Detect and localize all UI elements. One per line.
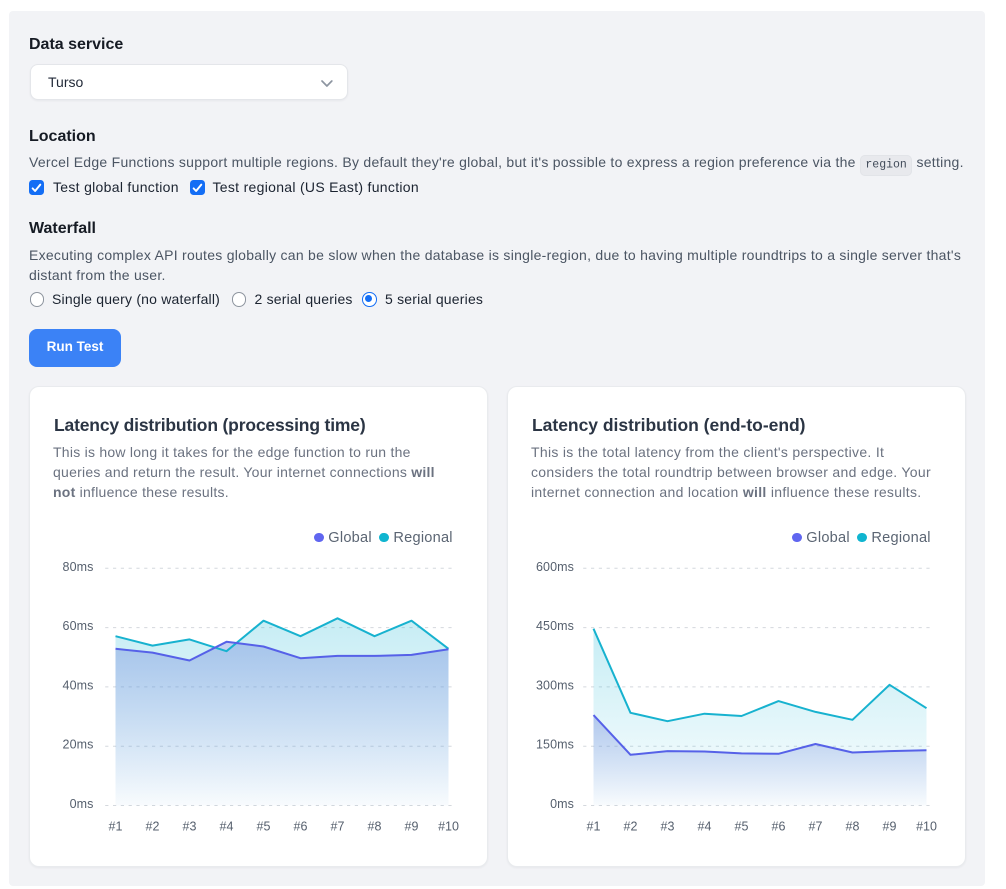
svg-text:80ms: 80ms (63, 560, 94, 574)
svg-text:#2: #2 (624, 820, 638, 834)
svg-text:0ms: 0ms (550, 797, 574, 811)
svg-text:#9: #9 (883, 820, 897, 834)
svg-text:#10: #10 (438, 820, 459, 834)
svg-text:#4: #4 (698, 820, 712, 834)
svg-text:600ms: 600ms (536, 560, 574, 574)
svg-text:300ms: 300ms (536, 678, 574, 692)
svg-text:150ms: 150ms (536, 738, 574, 752)
svg-text:0ms: 0ms (70, 797, 94, 811)
svg-text:#7: #7 (809, 820, 823, 834)
svg-text:#6: #6 (772, 820, 786, 834)
svg-text:40ms: 40ms (63, 678, 94, 692)
svg-text:#4: #4 (220, 820, 234, 834)
svg-text:#3: #3 (661, 820, 675, 834)
svg-text:#5: #5 (735, 820, 749, 834)
svg-text:#7: #7 (331, 820, 345, 834)
svg-text:450ms: 450ms (536, 619, 574, 633)
svg-text:#5: #5 (257, 820, 271, 834)
svg-text:#10: #10 (916, 820, 937, 834)
svg-text:20ms: 20ms (63, 738, 94, 752)
svg-text:#1: #1 (109, 820, 123, 834)
svg-text:#6: #6 (294, 820, 308, 834)
svg-text:#1: #1 (587, 820, 601, 834)
svg-text:#8: #8 (368, 820, 382, 834)
svg-text:#3: #3 (183, 820, 197, 834)
svg-text:#2: #2 (146, 820, 160, 834)
svg-text:#8: #8 (846, 820, 860, 834)
svg-text:60ms: 60ms (63, 619, 94, 633)
svg-text:#9: #9 (405, 820, 419, 834)
